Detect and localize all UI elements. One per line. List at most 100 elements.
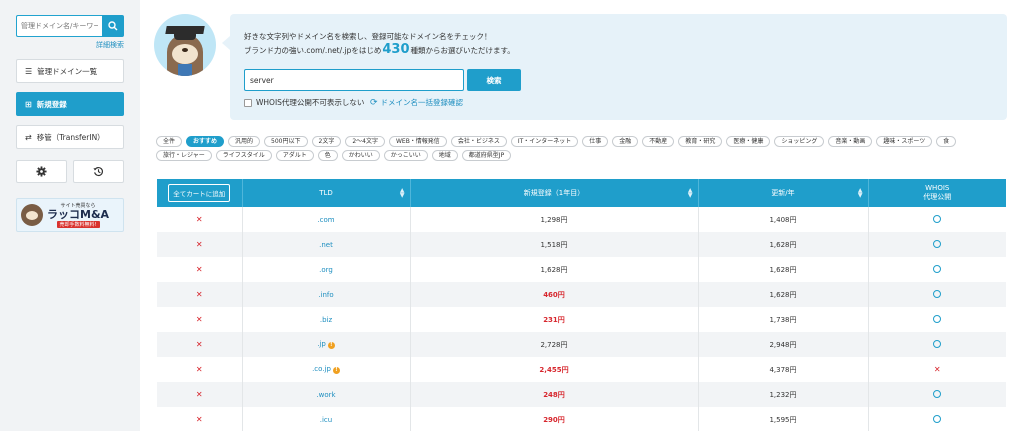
checkbox-box[interactable] bbox=[244, 98, 252, 107]
intro-text-line2: ブランド力の強い.com/.net/.jpをはじめ 430 種類からお選びいただ… bbox=[244, 42, 515, 57]
category-filter-chip[interactable]: アダルト bbox=[275, 150, 314, 161]
history-button[interactable] bbox=[73, 160, 124, 183]
tld-link[interactable]: .org bbox=[319, 266, 333, 274]
category-filter-chip[interactable]: IT・インターネット bbox=[510, 136, 579, 147]
category-filter-chip[interactable]: 都道府県型JP bbox=[461, 150, 512, 161]
info-icon[interactable]: ! bbox=[332, 367, 340, 374]
tld-link[interactable]: .jp bbox=[317, 340, 326, 348]
otter-mascot-icon bbox=[21, 204, 43, 226]
settings-button[interactable] bbox=[16, 160, 67, 183]
category-filter-chip[interactable]: かわいい bbox=[341, 150, 380, 161]
new-price-cell: 231円 bbox=[410, 307, 699, 332]
new-price: 2,455円 bbox=[539, 365, 569, 374]
category-filter-chip[interactable]: 不動産 bbox=[642, 136, 675, 147]
table-row: ✕ .info 460円 1,628円 bbox=[157, 282, 1006, 307]
unavailable-x-icon: ✕ bbox=[195, 265, 203, 274]
info-icon[interactable]: ! bbox=[327, 342, 335, 349]
new-price-cell: 2,728円 bbox=[410, 332, 699, 357]
cart-cell[interactable]: ✕ bbox=[157, 282, 243, 307]
category-filter-chip[interactable]: 旅行・レジャー bbox=[156, 150, 212, 161]
tld-link[interactable]: .biz bbox=[320, 316, 332, 324]
renewal-price-cell: 1,595円 bbox=[698, 407, 869, 431]
category-filter-chip[interactable]: WEB・情報発信 bbox=[388, 136, 447, 147]
sidebar-item-new-registration[interactable]: ⊞ 新規登録 bbox=[16, 92, 124, 116]
category-filter-chip[interactable]: ライフスタイル bbox=[215, 150, 272, 161]
sidebar-item-label: 新規登録 bbox=[36, 99, 67, 109]
search-panel: 好きな文字列やドメイン名を検索し、登録可能なドメイン名をチェック！ ブランド力の… bbox=[222, 14, 1007, 120]
domain-search-input[interactable] bbox=[16, 15, 102, 37]
category-filter-chip[interactable]: 教育・研究 bbox=[678, 136, 723, 147]
cart-cell[interactable]: ✕ bbox=[157, 357, 243, 382]
whois-checkbox-label: WHOIS代理公開不可表示しない bbox=[256, 98, 365, 107]
sidebar-item-transfer-in[interactable]: ⇄ 移管（TransferIN） bbox=[16, 125, 124, 149]
category-filter-chip[interactable]: 全件 bbox=[156, 136, 183, 147]
add-all-to-cart-button[interactable]: 全てカートに追加 bbox=[168, 184, 231, 202]
bulk-link-label: ドメイン名一括登録確認 bbox=[380, 98, 464, 107]
cart-cell[interactable]: ✕ bbox=[157, 257, 243, 282]
advanced-search-link[interactable]: 詳細検索 bbox=[96, 40, 124, 50]
tld-cell: .info bbox=[242, 282, 411, 307]
sidebar-search-button[interactable] bbox=[102, 15, 124, 37]
sidebar-item-domain-list[interactable]: ☰ 管理ドメイン一覧 bbox=[16, 59, 124, 83]
cart-cell[interactable]: ✕ bbox=[157, 382, 243, 407]
renewal-price: 2,948円 bbox=[769, 340, 797, 349]
renewal-price-cell: 1,628円 bbox=[698, 257, 869, 282]
category-filter-chip[interactable]: 医療・健康 bbox=[726, 136, 771, 147]
tld-link[interactable]: .work bbox=[316, 391, 335, 399]
renewal-price-cell: 2,948円 bbox=[698, 332, 869, 357]
category-filter-chip[interactable]: ショッピング bbox=[774, 136, 825, 147]
category-filter-chip[interactable]: 音楽・動画 bbox=[828, 136, 873, 147]
new-price-cell: 460円 bbox=[410, 282, 699, 307]
category-filter-chip[interactable]: 2文字 bbox=[311, 136, 342, 147]
category-filter-chip[interactable]: 金融 bbox=[612, 136, 639, 147]
whois-available-circle-icon bbox=[933, 214, 942, 223]
cart-cell[interactable]: ✕ bbox=[157, 232, 243, 257]
renewal-price-cell: 1,628円 bbox=[698, 232, 869, 257]
cart-cell[interactable]: ✕ bbox=[157, 207, 243, 232]
whois-cell bbox=[868, 332, 1006, 357]
tld-link[interactable]: .com bbox=[317, 216, 334, 224]
category-filter-chip[interactable]: 会社・ビジネス bbox=[450, 136, 507, 147]
category-filter-chip[interactable]: 仕事 bbox=[582, 136, 609, 147]
tld-link[interactable]: .co.jp bbox=[312, 365, 331, 373]
renewal-price-cell: 1,232円 bbox=[698, 382, 869, 407]
renewal-header[interactable]: 更新/年 ▲ ▼ bbox=[698, 179, 869, 207]
whois-hide-checkbox[interactable]: WHOIS代理公開不可表示しない bbox=[244, 97, 364, 108]
sidebar: 詳細検索 ☰ 管理ドメイン一覧 ⊞ 新規登録 ⇄ 移管（TransferIN） bbox=[0, 0, 140, 431]
category-filter-chip[interactable]: 汎用的 bbox=[228, 136, 261, 147]
history-icon bbox=[93, 167, 103, 177]
whois-header: WHOIS 代理公開 bbox=[868, 179, 1006, 207]
renewal-price: 1,738円 bbox=[769, 315, 797, 324]
whois-available-circle-icon bbox=[933, 264, 942, 273]
renewal-price-cell: 1,628円 bbox=[698, 282, 869, 307]
cart-cell[interactable]: ✕ bbox=[157, 307, 243, 332]
main-domain-search-input[interactable] bbox=[244, 69, 464, 91]
cart-cell[interactable]: ✕ bbox=[157, 407, 243, 431]
tld-link[interactable]: .net bbox=[319, 241, 333, 249]
tld-header[interactable]: TLD ▲ ▼ bbox=[242, 179, 411, 207]
unavailable-x-icon: ✕ bbox=[195, 240, 203, 249]
category-filter-chip[interactable]: 趣味・スポーツ bbox=[876, 136, 933, 147]
category-filter-chip[interactable]: 地域 bbox=[431, 150, 458, 161]
bulk-registration-link[interactable]: ⟳ ドメイン名一括登録確認 bbox=[370, 97, 463, 108]
whois-header-line1: WHOIS bbox=[925, 184, 950, 192]
renewal-price: 1,628円 bbox=[769, 290, 797, 299]
tld-cell: .co.jp! bbox=[242, 357, 411, 382]
tld-link[interactable]: .icu bbox=[320, 416, 332, 424]
tld-link[interactable]: .info bbox=[318, 291, 333, 299]
category-filter-chip[interactable]: かっこいい bbox=[383, 150, 428, 161]
main-search-button[interactable]: 検索 bbox=[467, 69, 521, 91]
cart-cell[interactable]: ✕ bbox=[157, 332, 243, 357]
tld-cell: .jp! bbox=[242, 332, 411, 357]
category-filter-chip[interactable]: 食 bbox=[936, 136, 957, 147]
tld-cell: .icu bbox=[242, 407, 411, 431]
renewal-price: 1,595円 bbox=[769, 415, 797, 424]
sidebar-search bbox=[16, 15, 124, 37]
table-row: ✕ .net 1,518円 1,628円 bbox=[157, 232, 1006, 257]
category-filter-chip[interactable]: おすすめ bbox=[186, 136, 225, 147]
category-filter-chip[interactable]: 500円以下 bbox=[264, 136, 308, 147]
category-filter-chip[interactable]: 色 bbox=[317, 150, 338, 161]
category-filter-chip[interactable]: 2〜4文字 bbox=[345, 136, 385, 147]
new-registration-header[interactable]: 新規登録（1年目） ▲ ▼ bbox=[410, 179, 699, 207]
rakko-ma-banner[interactable]: サイト売買なら ラッコM&A 売却手数料無料! bbox=[16, 198, 124, 232]
